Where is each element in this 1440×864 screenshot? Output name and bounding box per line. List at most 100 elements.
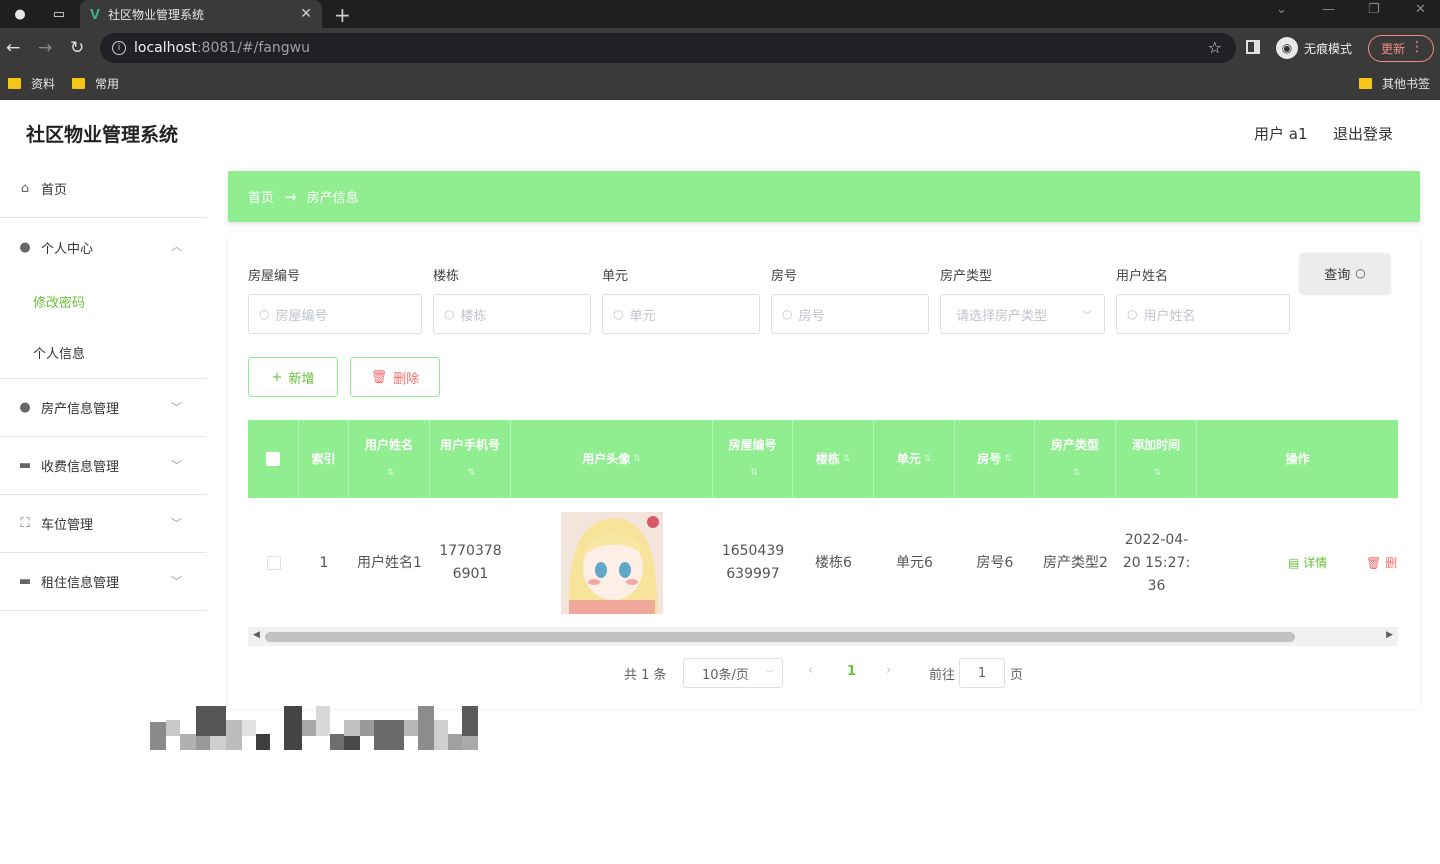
- sort-icon[interactable]: ⇅: [1004, 446, 1012, 472]
- update-label: 更新: [1381, 42, 1406, 56]
- header-house-no[interactable]: 房屋编号 ⇅: [713, 420, 793, 498]
- scrollbar-thumb[interactable]: [265, 632, 1295, 642]
- username-input[interactable]: ○ 用户姓名: [1116, 294, 1290, 334]
- type-select[interactable]: 请选择房产类型 ﹀: [940, 294, 1105, 334]
- header-username-label: 用户姓名: [364, 438, 413, 452]
- header-added[interactable]: 添加时间 ⇅: [1116, 420, 1197, 498]
- sort-icon[interactable]: ⇅: [924, 446, 932, 472]
- select-all-checkbox[interactable]: [266, 452, 280, 466]
- sort-icon[interactable]: ⇅: [750, 468, 758, 478]
- bookmark-folder[interactable]: 资料: [8, 75, 55, 92]
- add-button[interactable]: + 新增: [248, 357, 338, 397]
- bookmark-folder[interactable]: 常用: [72, 75, 119, 92]
- bookmarks-bar: 资料 常用 其他书签: [0, 68, 1440, 100]
- minimize-icon[interactable]: —: [1322, 2, 1335, 17]
- header-phone[interactable]: 用户手机号 ⇅: [430, 420, 511, 498]
- query-button[interactable]: 查询 ○: [1300, 253, 1390, 293]
- browser-tab[interactable]: V 社区物业管理系统 ✕: [80, 0, 322, 28]
- page-size-select[interactable]: 10条/页 ﹀: [683, 658, 783, 688]
- sort-icon[interactable]: ⇅: [1154, 468, 1162, 478]
- incognito-indicator[interactable]: ◉ 无痕模式: [1276, 37, 1352, 59]
- sidebar-item-fees[interactable]: ▬ 收费信息管理 ﹀: [0, 437, 206, 495]
- header-select-all[interactable]: [248, 420, 299, 498]
- sidebar-item-personal-center[interactable]: ● 个人中心 ︿: [0, 218, 206, 276]
- prev-page-icon[interactable]: ‹: [808, 663, 813, 678]
- chevron-down-icon: ﹀: [1082, 311, 1092, 322]
- sidebar-item-label: 收费信息管理: [41, 460, 120, 475]
- tab-title: 社区物业管理系统: [108, 7, 205, 22]
- sort-icon[interactable]: ⇅: [468, 468, 476, 478]
- sort-icon[interactable]: ⇅: [843, 446, 851, 472]
- breadcrumb-home[interactable]: 首页: [248, 187, 274, 206]
- chevron-down-icon: ﹀: [171, 575, 182, 588]
- tab-search-icon[interactable]: ▭: [50, 5, 68, 23]
- header-building[interactable]: 楼栋 ⇅: [793, 420, 874, 498]
- row-checkbox[interactable]: [266, 556, 281, 570]
- sort-icon[interactable]: ⇅: [1073, 468, 1081, 478]
- cell-house-no: 1650439639997: [721, 543, 785, 582]
- scroll-right-icon[interactable]: ▶: [1386, 630, 1393, 640]
- table-header: 索引 用户姓名 ⇅ 用户手机号 ⇅ 用户头像 ⇅ 房屋编号 ⇅ 楼栋 ⇅ 单元 ⇅ 房号 ⇅…: [248, 420, 1398, 498]
- back-icon[interactable]: ←: [6, 38, 20, 58]
- house-no-input[interactable]: ○ 房屋编号: [248, 294, 422, 334]
- update-button[interactable]: 更新 ⋮: [1368, 35, 1434, 62]
- header-avatar[interactable]: 用户头像 ⇅: [511, 420, 713, 498]
- cell-building: 楼栋6: [815, 554, 852, 571]
- detail-button[interactable]: ▤ 详情: [1288, 554, 1327, 571]
- site-info-icon[interactable]: i: [112, 41, 126, 55]
- sort-icon[interactable]: ⇅: [387, 468, 395, 478]
- sidebar-item-rental[interactable]: ▬ 租住信息管理 ﹀: [0, 553, 206, 611]
- row-delete-button[interactable]: 🗑 删: [1366, 554, 1397, 571]
- browser-profile-icon[interactable]: ●: [11, 5, 29, 23]
- close-window-icon[interactable]: ✕: [1415, 2, 1426, 17]
- cell-avatar: [511, 498, 713, 628]
- search-icon: ○: [782, 307, 793, 321]
- page-number-current[interactable]: 1: [847, 664, 856, 679]
- next-page-icon[interactable]: ›: [886, 663, 891, 678]
- home-icon: ⌂: [20, 181, 30, 196]
- room-placeholder: 房号: [798, 308, 825, 324]
- app-title: 社区物业管理系统: [26, 124, 179, 146]
- bookmark-star-icon[interactable]: ☆: [1208, 38, 1222, 57]
- tab-close-icon[interactable]: ✕: [300, 6, 312, 22]
- header-house-no-label: 房屋编号: [728, 438, 777, 452]
- header-room[interactable]: 房号 ⇅: [955, 420, 1035, 498]
- page-suffix-label: 页: [1010, 668, 1024, 683]
- monitor-icon: ▬: [18, 458, 32, 473]
- incognito-label: 无痕模式: [1304, 41, 1353, 56]
- scroll-left-icon[interactable]: ◀: [253, 630, 260, 640]
- goto-page-input[interactable]: 1: [959, 658, 1005, 688]
- table-horizontal-scrollbar[interactable]: ◀ ▶: [248, 628, 1398, 646]
- delete-button[interactable]: 🗑 删除: [350, 357, 440, 397]
- kebab-menu-icon[interactable]: ⋮: [1410, 39, 1424, 55]
- building-input[interactable]: ○ 楼栋: [433, 294, 591, 334]
- sidebar-subitem-change-password[interactable]: 修改密码: [0, 276, 206, 327]
- room-input[interactable]: ○ 房号: [771, 294, 929, 334]
- restore-icon[interactable]: ❐: [1368, 2, 1380, 17]
- header-username[interactable]: 用户姓名 ⇅: [349, 420, 430, 498]
- sidebar-item-label: 车位管理: [41, 518, 94, 533]
- sidebar-item-parking[interactable]: ⛶ 车位管理 ﹀: [0, 495, 206, 553]
- reload-icon[interactable]: ↻: [70, 38, 84, 58]
- chevron-down-icon: ﹀: [171, 517, 182, 530]
- header-index: 索引: [299, 420, 349, 498]
- search-icon: ○: [1127, 307, 1138, 321]
- cell-type: 房产类型2: [1043, 554, 1108, 571]
- header-type[interactable]: 房产类型 ⇅: [1035, 420, 1116, 498]
- other-bookmarks-folder[interactable]: 其他书签: [1359, 75, 1430, 92]
- header-unit[interactable]: 单元 ⇅: [874, 420, 955, 498]
- forward-icon[interactable]: →: [38, 38, 52, 58]
- new-tab-icon[interactable]: +: [334, 3, 351, 27]
- side-panel-icon[interactable]: [1246, 40, 1260, 54]
- sort-icon[interactable]: ⇅: [633, 446, 641, 472]
- sidebar-subitem-personal-info[interactable]: 个人信息: [0, 327, 206, 378]
- url-input[interactable]: i localhost :8081/#/fangwu ☆: [100, 33, 1236, 63]
- header-building-label: 楼栋: [815, 452, 840, 466]
- tab-list-chevron-icon[interactable]: ⌄: [1276, 2, 1287, 17]
- logout-link[interactable]: 退出登录: [1333, 123, 1393, 144]
- sidebar-item-property[interactable]: ● 房产信息管理 ﹀: [0, 379, 206, 437]
- row-delete-label: 删: [1385, 556, 1398, 570]
- sidebar-item-home[interactable]: ⌂ 首页: [0, 160, 206, 218]
- folder-icon: [8, 78, 21, 89]
- unit-input[interactable]: ○ 单元: [602, 294, 760, 334]
